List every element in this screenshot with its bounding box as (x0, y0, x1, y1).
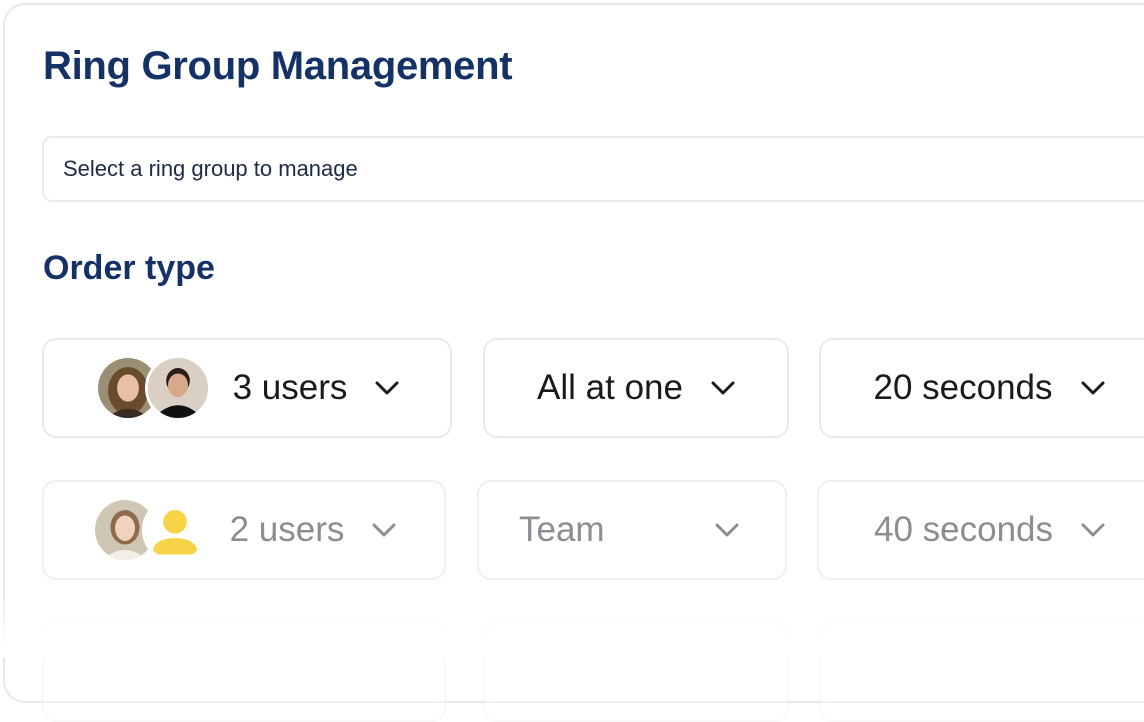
users-count-label: 3 users (232, 368, 348, 407)
page-title: Ring Group Management (43, 44, 513, 88)
bottom-fade-overlay (0, 600, 1144, 658)
timeout-label: 20 seconds (873, 368, 1053, 407)
users-dropdown[interactable]: 2 users (42, 480, 446, 580)
chevron-down-icon (1081, 381, 1105, 395)
ring-group-select[interactable]: Select a ring group to manage (42, 136, 1144, 202)
timeout-dropdown[interactable]: 40 seconds (817, 480, 1144, 580)
ring-group-select-value: Select a ring group to manage (63, 156, 358, 181)
timeout-dropdown[interactable]: 20 seconds (819, 338, 1144, 438)
chevron-down-icon (711, 381, 735, 395)
order-type-dropdown[interactable]: All at one (483, 338, 789, 438)
order-type-label: All at one (537, 368, 683, 407)
users-dropdown[interactable]: 3 users (42, 338, 452, 438)
avatar-group (94, 355, 211, 421)
user-avatar (144, 355, 211, 421)
order-type-label: Team (519, 510, 605, 549)
chevron-down-icon (375, 381, 399, 395)
avatar-group (91, 497, 208, 563)
users-count-label: 2 users (229, 510, 345, 549)
order-type-dropdown[interactable]: Team (477, 480, 787, 580)
chevron-down-icon (715, 523, 739, 537)
timeout-label: 40 seconds (873, 510, 1054, 549)
section-title-order-type: Order type (43, 249, 215, 287)
chevron-down-icon (1081, 523, 1105, 537)
chevron-down-icon (372, 523, 396, 537)
user-placeholder-icon (141, 497, 208, 563)
